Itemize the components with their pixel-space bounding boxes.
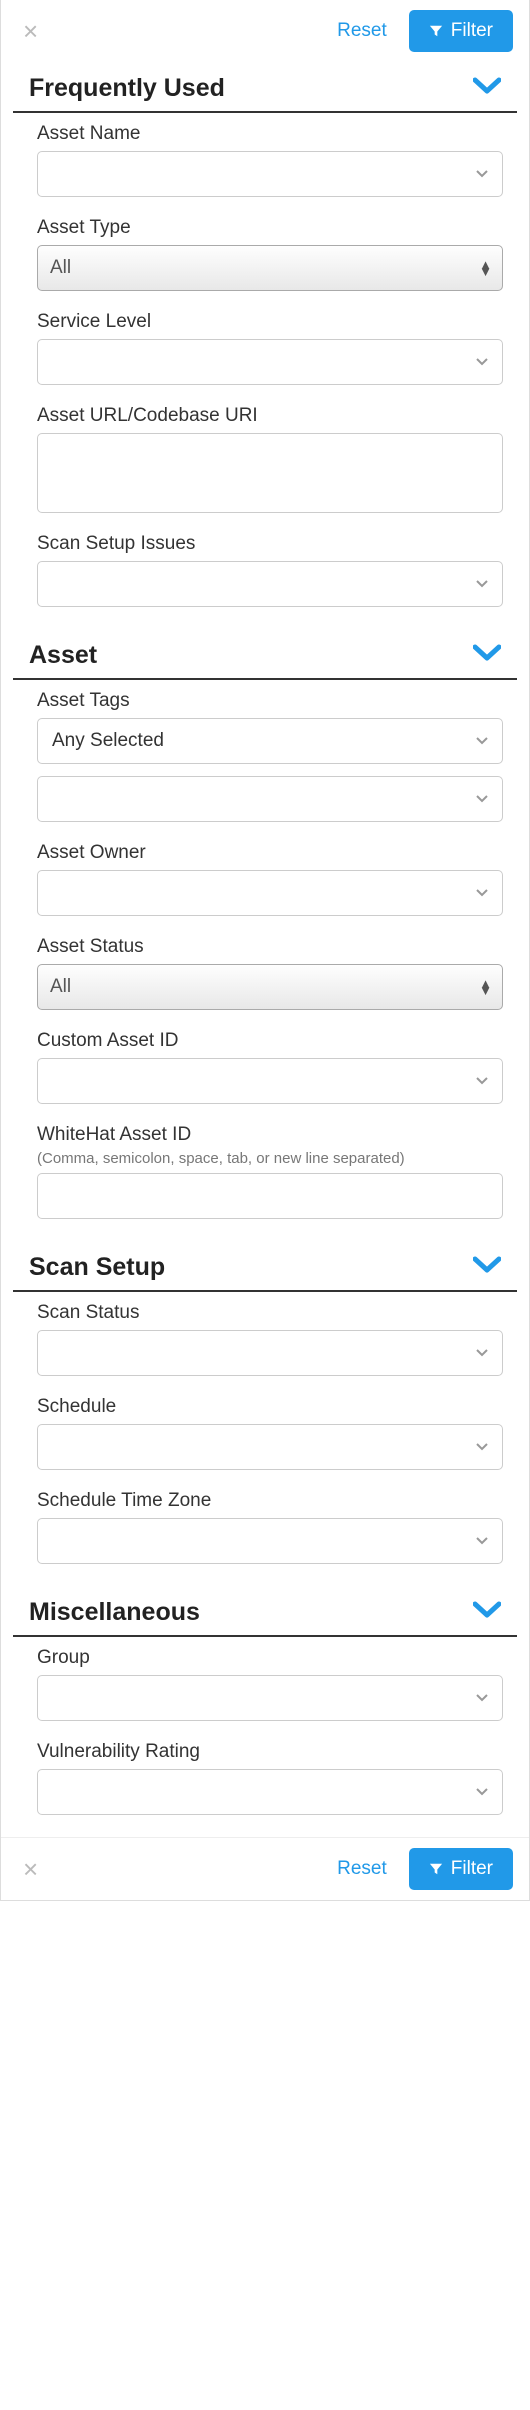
chevron-down-icon xyxy=(473,1600,501,1626)
close-icon[interactable]: × xyxy=(17,18,44,44)
custom-asset-id-select[interactable] xyxy=(37,1058,503,1104)
close-icon[interactable]: × xyxy=(17,1856,44,1882)
asset-url-textarea[interactable] xyxy=(37,433,503,513)
caret-down-icon xyxy=(476,1349,488,1357)
asset-tags-select[interactable] xyxy=(37,776,503,822)
label-scan-setup-issues: Scan Setup Issues xyxy=(37,533,503,555)
asset-status-select[interactable]: All ▲▼ xyxy=(37,964,503,1010)
schedule-select[interactable] xyxy=(37,1424,503,1470)
updown-icon: ▲▼ xyxy=(479,261,492,275)
chevron-down-icon xyxy=(473,76,501,102)
section-header-frequently-used[interactable]: Frequently Used xyxy=(13,66,517,113)
label-asset-owner: Asset Owner xyxy=(37,842,503,864)
label-group: Group xyxy=(37,1647,503,1669)
asset-type-value: All xyxy=(50,257,71,279)
filter-button-label: Filter xyxy=(451,20,493,42)
asset-tags-mode-select[interactable]: Any Selected xyxy=(37,718,503,764)
label-service-level: Service Level xyxy=(37,311,503,333)
label-whitehat-asset-id: WhiteHat Asset ID xyxy=(37,1124,503,1146)
label-schedule: Schedule xyxy=(37,1396,503,1418)
caret-down-icon xyxy=(476,358,488,366)
chevron-down-icon xyxy=(473,1255,501,1281)
asset-status-value: All xyxy=(50,976,71,998)
filter-button[interactable]: Filter xyxy=(409,10,513,52)
section-header-miscellaneous[interactable]: Miscellaneous xyxy=(13,1590,517,1637)
section-body-frequently-used: Asset Name Asset Type All ▲▼ Service Lev… xyxy=(1,113,529,629)
scan-setup-issues-select[interactable] xyxy=(37,561,503,607)
hint-whitehat-asset-id: (Comma, semicolon, space, tab, or new li… xyxy=(37,1150,503,1167)
vuln-rating-select[interactable] xyxy=(37,1769,503,1815)
service-level-select[interactable] xyxy=(37,339,503,385)
caret-down-icon xyxy=(476,1537,488,1545)
caret-down-icon xyxy=(476,889,488,897)
asset-name-select[interactable] xyxy=(37,151,503,197)
whitehat-asset-id-input[interactable] xyxy=(37,1173,503,1219)
filter-panel: × Reset Filter Frequently Used Asset Nam… xyxy=(0,0,530,1901)
section-title: Miscellaneous xyxy=(29,1598,473,1627)
filter-button[interactable]: Filter xyxy=(409,1848,513,1890)
caret-down-icon xyxy=(476,1694,488,1702)
section-title: Scan Setup xyxy=(29,1253,473,1282)
scan-status-select[interactable] xyxy=(37,1330,503,1376)
section-title: Asset xyxy=(29,641,473,670)
reset-button[interactable]: Reset xyxy=(329,1852,395,1886)
funnel-icon xyxy=(429,1862,443,1876)
caret-down-icon xyxy=(476,1443,488,1451)
toolbar-top: × Reset Filter xyxy=(1,0,529,62)
label-scan-status: Scan Status xyxy=(37,1302,503,1324)
label-vuln-rating: Vulnerability Rating xyxy=(37,1741,503,1763)
chevron-down-icon xyxy=(473,643,501,669)
asset-owner-select[interactable] xyxy=(37,870,503,916)
group-select[interactable] xyxy=(37,1675,503,1721)
schedule-tz-select[interactable] xyxy=(37,1518,503,1564)
label-asset-status: Asset Status xyxy=(37,936,503,958)
section-header-scan-setup[interactable]: Scan Setup xyxy=(13,1245,517,1292)
section-body-asset: Asset Tags Any Selected Asset Owner Asse… xyxy=(1,680,529,1241)
caret-down-icon xyxy=(476,170,488,178)
caret-down-icon xyxy=(476,1788,488,1796)
asset-type-select[interactable]: All ▲▼ xyxy=(37,245,503,291)
label-asset-tags: Asset Tags xyxy=(37,690,503,712)
label-schedule-tz: Schedule Time Zone xyxy=(37,1490,503,1512)
reset-button[interactable]: Reset xyxy=(329,14,395,48)
funnel-icon xyxy=(429,24,443,38)
section-body-scan-setup: Scan Status Schedule Schedule Time Zone xyxy=(1,1292,529,1586)
filter-button-label: Filter xyxy=(451,1858,493,1880)
section-header-asset[interactable]: Asset xyxy=(13,633,517,680)
label-asset-type: Asset Type xyxy=(37,217,503,239)
asset-tags-mode-value: Any Selected xyxy=(52,730,164,752)
label-asset-url: Asset URL/Codebase URI xyxy=(37,405,503,427)
caret-down-icon xyxy=(476,737,488,745)
caret-down-icon xyxy=(476,795,488,803)
section-title: Frequently Used xyxy=(29,74,473,103)
caret-down-icon xyxy=(476,580,488,588)
label-custom-asset-id: Custom Asset ID xyxy=(37,1030,503,1052)
updown-icon: ▲▼ xyxy=(479,980,492,994)
toolbar-bottom: × Reset Filter xyxy=(1,1837,529,1900)
label-asset-name: Asset Name xyxy=(37,123,503,145)
caret-down-icon xyxy=(476,1077,488,1085)
section-body-miscellaneous: Group Vulnerability Rating xyxy=(1,1637,529,1837)
